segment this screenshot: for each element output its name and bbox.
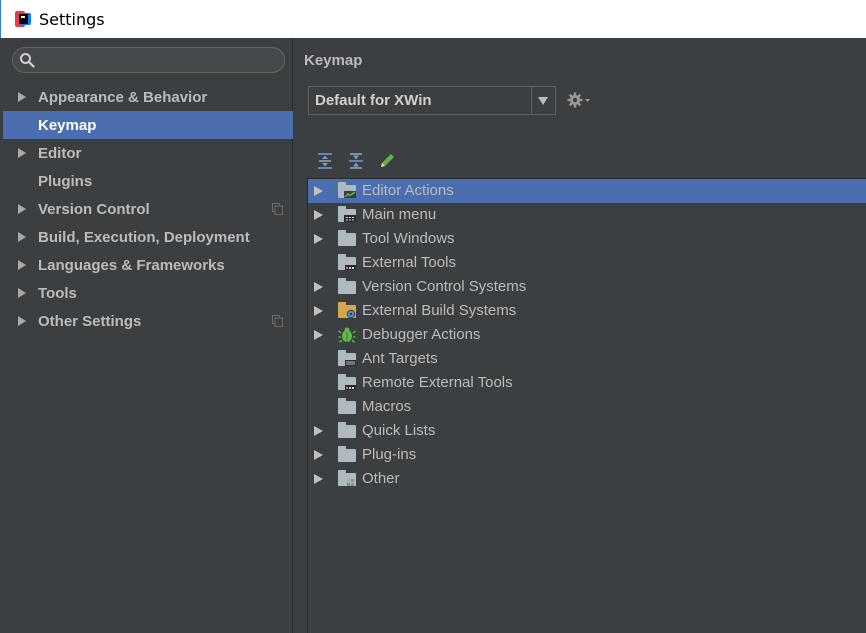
expand-arrow-icon[interactable] bbox=[314, 186, 323, 196]
external-tools-folder-icon bbox=[338, 254, 358, 271]
sidebar-item-languages-frameworks[interactable]: Languages & Frameworks bbox=[3, 251, 293, 279]
collapse-all-icon bbox=[349, 153, 363, 169]
folder-icon bbox=[338, 278, 358, 295]
tree-node-label: External Build Systems bbox=[362, 302, 517, 319]
sidebar-item-build-execution-deployment[interactable]: Build, Execution, Deployment bbox=[3, 223, 293, 251]
project-scope-icon bbox=[272, 315, 283, 327]
keymap-select-divider bbox=[531, 87, 532, 114]
expand-arrow-icon[interactable] bbox=[314, 234, 323, 244]
settings-sidebar: Appearance & Behavior Keymap Editor Plugins… bbox=[3, 38, 293, 633]
tree-node-label: Tool Windows bbox=[362, 230, 455, 247]
sidebar-item-keymap[interactable]: Keymap bbox=[3, 111, 293, 139]
window-title: Settings bbox=[39, 9, 105, 29]
folder-icon bbox=[338, 422, 358, 439]
expand-arrow-icon[interactable] bbox=[314, 210, 323, 220]
expand-arrow-icon[interactable] bbox=[18, 260, 26, 270]
tree-node-main-menu[interactable]: Main menu bbox=[308, 203, 866, 227]
tree-node-version-control-systems[interactable]: Version Control Systems bbox=[308, 275, 866, 299]
expand-arrow-icon[interactable] bbox=[314, 426, 323, 436]
remote-tools-folder-icon bbox=[338, 374, 358, 391]
expand-arrow-icon[interactable] bbox=[18, 232, 26, 242]
tree-node-label: Version Control Systems bbox=[362, 278, 527, 295]
search-input[interactable] bbox=[12, 47, 285, 73]
expand-all-icon bbox=[318, 153, 332, 169]
sidebar-item-label: Version Control bbox=[38, 200, 150, 218]
page-title: Keymap bbox=[304, 52, 363, 69]
keymap-select-value: Default for XWin bbox=[315, 92, 432, 109]
expand-arrow-icon[interactable] bbox=[18, 316, 26, 326]
expand-arrow-icon[interactable] bbox=[314, 330, 323, 340]
edit-pencil-icon bbox=[381, 154, 394, 167]
gear-icon bbox=[567, 92, 590, 108]
tree-node-label: Plug-ins bbox=[362, 446, 417, 463]
collapse-all-button[interactable] bbox=[345, 150, 367, 172]
editor-actions-folder-icon bbox=[338, 182, 358, 199]
sidebar-item-label: Build, Execution, Deployment bbox=[38, 228, 250, 246]
tree-node-remote-external-tools[interactable]: Remote External Tools bbox=[308, 371, 866, 395]
tree-node-label: Other bbox=[362, 470, 400, 487]
tree-node-other[interactable]: Other bbox=[308, 467, 866, 491]
build-systems-folder-icon bbox=[338, 302, 358, 319]
search-icon bbox=[20, 53, 35, 68]
tree-node-macros[interactable]: Macros bbox=[308, 395, 866, 419]
sidebar-item-label: Tools bbox=[38, 284, 77, 302]
tree-node-external-tools[interactable]: External Tools bbox=[308, 251, 866, 275]
sidebar-item-tools[interactable]: Tools bbox=[3, 279, 293, 307]
expand-arrow-icon[interactable] bbox=[314, 282, 323, 292]
sidebar-item-plugins[interactable]: Plugins bbox=[3, 167, 293, 195]
main-menu-folder-icon bbox=[338, 206, 358, 223]
tree-node-label: Editor Actions bbox=[362, 182, 454, 199]
sidebar-item-label: Editor bbox=[38, 144, 82, 162]
tree-node-label: Remote External Tools bbox=[362, 374, 513, 391]
keymap-select[interactable]: Default for XWin bbox=[308, 86, 556, 115]
tree-node-external-build-systems[interactable]: External Build Systems bbox=[308, 299, 866, 323]
expand-arrow-icon[interactable] bbox=[18, 92, 26, 102]
tree-node-label: Ant Targets bbox=[362, 350, 438, 367]
tree-node-label: Macros bbox=[362, 398, 412, 415]
sidebar-item-label: Other Settings bbox=[38, 312, 142, 330]
keymap-toolbar bbox=[314, 150, 407, 172]
tree-node-label: Quick Lists bbox=[362, 422, 436, 439]
sidebar-nav: Appearance & Behavior Keymap Editor Plugins… bbox=[3, 83, 293, 335]
bug-icon bbox=[338, 327, 358, 343]
other-folder-icon bbox=[338, 470, 358, 487]
expand-arrow-icon[interactable] bbox=[314, 450, 323, 460]
expand-arrow-icon[interactable] bbox=[314, 306, 323, 316]
sidebar-item-label: Keymap bbox=[38, 116, 97, 134]
tree-node-plug-ins[interactable]: Plug-ins bbox=[308, 443, 866, 467]
keymap-panel: Keymap Default for XWin Editor Actions M… bbox=[294, 38, 866, 633]
project-scope-icon bbox=[272, 203, 283, 215]
chevron-down-icon[interactable] bbox=[538, 97, 548, 105]
tree-node-label: External Tools bbox=[362, 254, 456, 271]
folder-icon bbox=[338, 446, 358, 463]
app-logo-icon bbox=[15, 11, 31, 27]
expand-arrow-icon[interactable] bbox=[18, 204, 26, 214]
folder-icon bbox=[338, 398, 358, 415]
expand-arrow-icon[interactable] bbox=[18, 148, 26, 158]
expand-arrow-icon[interactable] bbox=[18, 288, 26, 298]
sidebar-item-other-settings[interactable]: Other Settings bbox=[3, 307, 293, 335]
tree-node-tool-windows[interactable]: Tool Windows bbox=[308, 227, 866, 251]
tree-node-editor-actions[interactable]: Editor Actions bbox=[308, 179, 866, 203]
sidebar-item-editor[interactable]: Editor bbox=[3, 139, 293, 167]
expand-all-button[interactable] bbox=[314, 150, 336, 172]
tree-node-ant-targets[interactable]: Ant Targets bbox=[308, 347, 866, 371]
gear-menu-button[interactable] bbox=[567, 92, 593, 108]
folder-icon bbox=[338, 230, 358, 247]
tree-node-label: Main menu bbox=[362, 206, 437, 223]
ant-targets-folder-icon bbox=[338, 350, 358, 367]
tree-node-label: Debugger Actions bbox=[362, 326, 481, 343]
tree-node-debugger-actions[interactable]: Debugger Actions bbox=[308, 323, 866, 347]
sidebar-item-label: Appearance & Behavior bbox=[38, 88, 208, 106]
tree-node-quick-lists[interactable]: Quick Lists bbox=[308, 419, 866, 443]
window-title-bar: Settings bbox=[0, 0, 866, 38]
keymap-action-tree[interactable]: Editor Actions Main menu Tool Windows Exter… bbox=[307, 178, 866, 633]
sidebar-item-version-control[interactable]: Version Control bbox=[3, 195, 293, 223]
sidebar-item-appearance-behavior[interactable]: Appearance & Behavior bbox=[3, 83, 293, 111]
sidebar-item-label: Languages & Frameworks bbox=[38, 256, 225, 274]
expand-arrow-icon[interactable] bbox=[314, 474, 323, 484]
sidebar-item-label: Plugins bbox=[38, 172, 93, 190]
edit-button[interactable] bbox=[376, 150, 398, 172]
